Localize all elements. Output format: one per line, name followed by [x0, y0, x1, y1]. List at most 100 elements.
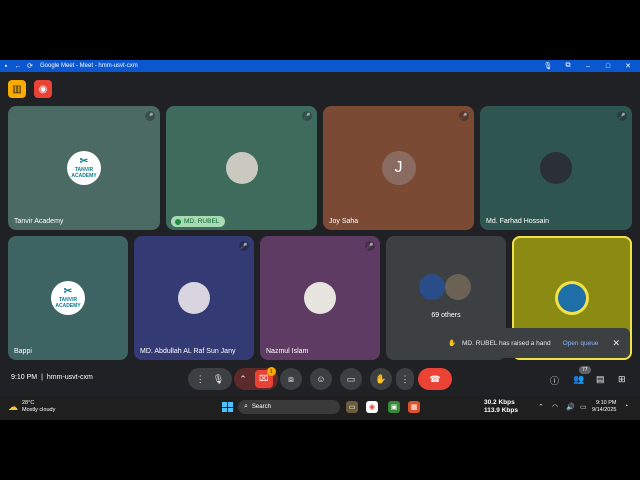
raise-hand-button[interactable]: ✋ [370, 368, 392, 390]
participant-tile[interactable]: 🎤 MD. Abdullah AL Raf Sun Jany [134, 236, 254, 360]
speaking-indicator: MD. RUBEL [171, 216, 226, 227]
mic-off-icon: 🎤 [239, 241, 249, 251]
participant-avatar [540, 152, 572, 184]
leave-call-button[interactable]: ☎ [418, 368, 452, 390]
participant-avatar [445, 274, 471, 300]
speaking-icon [175, 218, 181, 225]
more-options-button[interactable]: ⋮ [396, 368, 414, 390]
participant-tile[interactable]: 🎤 Md. Farhad Hossain [480, 106, 632, 230]
taskbar: ☁ 28°C Mostly cloudy ⌕ Search ▭ ◉ ▣ ▦ 30… [0, 396, 640, 420]
camera-controls[interactable]: ⌃ ⌧ 1 [234, 367, 278, 390]
open-queue-link[interactable]: Open queue [563, 340, 599, 347]
control-bar: 9:10 PM | hmm-usvt-cxm ⋮ 🎙 ⌃ ⌧ 1 ⧈ ☺ ▭ ✋… [0, 366, 640, 394]
participant-name: MD. Abdullah AL Raf Sun Jany [140, 348, 236, 355]
participant-tile[interactable]: 🎤 Nazmul Islam [260, 236, 380, 360]
chat-icon[interactable]: ▤ [596, 374, 605, 385]
audio-controls[interactable]: ⋮ 🎙 [188, 368, 232, 390]
reload-icon[interactable]: ⟳ [24, 60, 36, 72]
taskbar-search[interactable]: ⌕ Search [238, 400, 340, 414]
meeting-time: 9:10 PM [11, 374, 38, 381]
battery-icon[interactable]: ▭ [580, 403, 587, 411]
participant-tile[interactable]: ✂ TANVIR ACADEMY Bappi [8, 236, 128, 360]
chevron-up-icon[interactable]: ⌃ [239, 374, 247, 385]
window-title: Google Meet - Meet - hmm-usvt-cxm [40, 63, 138, 69]
weather-widget[interactable]: ☁ 28°C Mostly cloudy [8, 400, 55, 414]
participant-avatar [225, 152, 258, 184]
notification-bell-icon[interactable]: ◔ [624, 403, 628, 410]
meeting-code: hmm-usvt-cxm [46, 374, 93, 381]
participant-name: Md. Farhad Hossain [486, 218, 550, 225]
app-icon[interactable]: ▦ [408, 401, 420, 413]
browser-titlebar: ▪ ← ⟳ Google Meet - Meet - hmm-usvt-cxm … [0, 60, 640, 72]
present-screen-icon: ⧈ [288, 373, 294, 384]
participant-name: Nazmul Islam [266, 348, 309, 355]
raise-hand-icon: ✋ [375, 373, 387, 384]
others-count: 69 others [431, 312, 461, 319]
participant-tile[interactable]: J 🎤 Joy Saha [323, 106, 474, 230]
participant-avatar: J [381, 151, 416, 185]
participant-avatar [419, 274, 445, 300]
participant-avatar [304, 282, 336, 314]
camera-badge: 1 [266, 367, 276, 376]
separator: | [41, 374, 43, 381]
present-button[interactable]: ⧈ [280, 368, 302, 390]
app-icon: ▪ [4, 62, 8, 70]
maximize-button[interactable]: □ [598, 63, 618, 70]
captions-button[interactable]: ▭ [340, 368, 362, 390]
meeting-info-icon[interactable]: ▥ [8, 80, 26, 98]
reactions-button[interactable]: ☺ [310, 368, 332, 390]
mic-off-icon: 🎤 [459, 111, 469, 121]
file-explorer-icon[interactable]: ▭ [346, 401, 358, 413]
download-speed: 113.9 Kbps [484, 407, 518, 414]
search-placeholder: Search [251, 404, 271, 410]
mic-off-icon: 🎤 [302, 111, 312, 121]
app-icon[interactable]: ▣ [388, 401, 400, 413]
people-icon[interactable]: 👥 [573, 374, 584, 385]
close-icon[interactable]: ✕ [612, 338, 620, 349]
upload-speed: 30.2 Kbps [484, 399, 515, 406]
meet-window: ▪ ← ⟳ Google Meet - Meet - hmm-usvt-cxm … [0, 60, 640, 420]
raised-hand-notification: ✋ MD. RUBEL has raised a hand Open queue… [440, 328, 630, 358]
weather-description: Mostly cloudy [22, 407, 56, 413]
volume-icon[interactable]: 🔊 [566, 403, 575, 411]
participant-avatar [555, 281, 589, 315]
taskbar-clock[interactable]: 9:10 PM 9/14/2025 [592, 400, 616, 414]
windows-start-icon[interactable] [222, 402, 233, 412]
minimize-button[interactable]: – [578, 63, 598, 70]
chrome-icon[interactable]: ◉ [366, 401, 378, 413]
mic-off-icon: 🎤 [365, 241, 375, 251]
wifi-icon[interactable]: ◠ [552, 403, 558, 411]
emoji-icon: ☺ [316, 374, 326, 384]
extension-icon[interactable]: ⧉ [558, 62, 578, 70]
tanvir-academy-logo: ✂ TANVIR ACADEMY [51, 281, 85, 315]
network-speed-widget: 30.2 Kbps 113.9 Kbps [484, 399, 518, 415]
mic-icon[interactable]: 🎙 [213, 374, 224, 385]
close-window-button[interactable]: ✕ [618, 62, 638, 70]
more-vert-icon: ⋮ [400, 373, 410, 384]
notification-message: MD. RUBEL has raised a hand [462, 339, 551, 347]
participant-tile[interactable]: 🎤 MD. RUBEL [166, 106, 317, 230]
mic-off-icon: 🎤 [617, 111, 627, 121]
mic-icon[interactable]: 🎙 [538, 62, 558, 70]
camera-off-icon[interactable]: ⌧ 1 [254, 367, 276, 388]
temperature: 28°C [22, 400, 35, 406]
activities-icon[interactable]: ⊞ [618, 374, 626, 385]
participant-name: Tanvir Academy [14, 218, 64, 225]
participant-name: Joy Saha [329, 218, 359, 225]
end-call-icon: ☎ [429, 373, 441, 384]
info-icon[interactable]: ⓘ [550, 374, 559, 387]
mic-off-icon: 🎤 [145, 111, 155, 121]
audio-settings-icon[interactable]: ⋮ [196, 374, 205, 385]
people-count-badge: 77 [579, 366, 591, 374]
raise-hand-icon: ✋ [448, 340, 457, 347]
search-icon: ⌕ [244, 403, 248, 410]
participant-avatar [178, 282, 210, 314]
participant-tile[interactable]: ✂ TANVIR ACADEMY 🎤 Tanvir Academy [8, 106, 160, 230]
chevron-up-icon[interactable]: ⌃ [538, 403, 544, 411]
tanvir-academy-logo: ✂ TANVIR ACADEMY [67, 151, 101, 185]
captions-icon: ▭ [346, 373, 356, 384]
back-icon[interactable]: ← [12, 60, 24, 72]
record-icon[interactable]: ◉ [34, 80, 52, 98]
participant-name: Bappi [14, 348, 32, 355]
weather-cloudy-icon: ☁ [8, 401, 18, 413]
